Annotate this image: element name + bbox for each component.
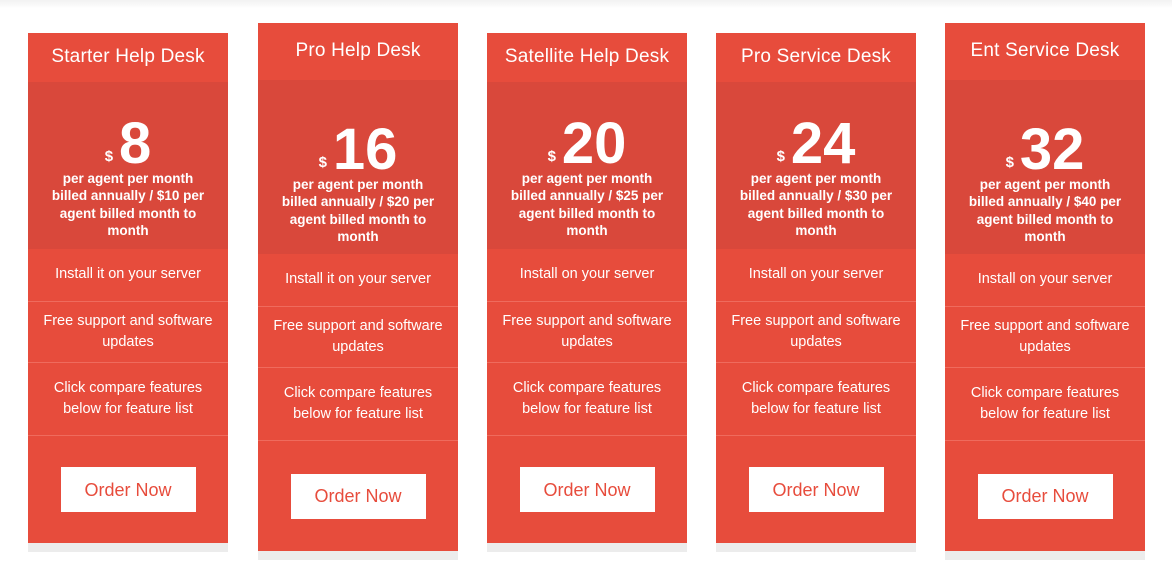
feature-text: Click compare features below for feature… [53, 379, 203, 417]
price-block: $ 24 per agent per month billed annually… [716, 82, 916, 249]
feature-text: Install it on your server [285, 271, 431, 288]
plan-title: Pro Help Desk [295, 40, 421, 62]
feature-row: Install on your server [945, 254, 1145, 306]
price-block: $ 8 per agent per month billed annually … [28, 82, 228, 249]
feature-text: Click compare features below for feature… [283, 384, 433, 422]
order-now-button[interactable]: Order Now [519, 467, 655, 512]
pricing-card-ent-service-desk[interactable]: Ent Service Desk $ 32 per agent per mont… [945, 23, 1145, 551]
feature-row: Install it on your server [258, 254, 458, 306]
feature-row: Click compare features below for feature… [487, 362, 687, 435]
price-amount: 8 [119, 110, 152, 176]
feature-list: Install on your server Free support and … [945, 254, 1145, 440]
pricing-card-header: Ent Service Desk [945, 23, 1145, 80]
price-amount: 24 [790, 110, 856, 176]
currency-symbol: $ [318, 154, 327, 171]
feature-text: Click compare features below for feature… [512, 379, 662, 417]
cta-row: Order Now [716, 435, 916, 543]
plan-title: Ent Service Desk [970, 40, 1120, 62]
currency-symbol: $ [1005, 154, 1014, 171]
pricing-card-header: Starter Help Desk [28, 33, 228, 82]
feature-text: Free support and software updates [731, 312, 901, 350]
order-now-button[interactable]: Order Now [60, 467, 196, 512]
pricing-card-starter-help-desk[interactable]: Starter Help Desk $ 8 per agent per mont… [28, 33, 228, 543]
price-block: $ 20 per agent per month billed annually… [487, 82, 687, 249]
currency-symbol: $ [547, 148, 556, 165]
price-row: $ 16 [318, 98, 398, 182]
feature-text: Click compare features below for feature… [741, 379, 891, 417]
feature-row: Free support and software updates [716, 301, 916, 362]
feature-text: Free support and software updates [43, 312, 213, 350]
feature-row: Free support and software updates [258, 306, 458, 367]
feature-list: Install it on your server Free support a… [258, 254, 458, 440]
order-now-button[interactable]: Order Now [290, 473, 426, 519]
price-note: per agent per month billed annually / $1… [51, 171, 205, 238]
feature-text: Free support and software updates [502, 312, 672, 350]
feature-row: Install on your server [716, 249, 916, 301]
feature-row: Click compare features below for feature… [28, 362, 228, 435]
price-block: $ 32 per agent per month billed annually… [945, 80, 1145, 254]
page-top-band [0, 0, 1172, 8]
feature-text: Install it on your server [55, 266, 201, 283]
price-note: per agent per month billed annually / $2… [510, 171, 664, 238]
pricing-card-pro-help-desk[interactable]: Pro Help Desk $ 16 per agent per month b… [258, 23, 458, 551]
price-amount: 16 [332, 116, 398, 182]
price-amount: 20 [561, 110, 627, 176]
pricing-card-satellite-help-desk[interactable]: Satellite Help Desk $ 20 per agent per m… [487, 33, 687, 543]
plan-title: Starter Help Desk [51, 46, 205, 68]
feature-text: Install on your server [977, 271, 1113, 288]
order-now-button[interactable]: Order Now [977, 473, 1113, 519]
price-note: per agent per month billed annually / $2… [281, 177, 435, 244]
price-row: $ 32 [1005, 98, 1085, 182]
feature-text: Click compare features below for feature… [970, 384, 1120, 422]
pricing-card-header: Satellite Help Desk [487, 33, 687, 82]
feature-row: Install it on your server [28, 249, 228, 301]
pricing-page: Starter Help Desk $ 8 per agent per mont… [0, 0, 1172, 564]
plan-title: Pro Service Desk [741, 46, 891, 68]
feature-list: Install on your server Free support and … [487, 249, 687, 435]
price-note: per agent per month billed annually / $4… [968, 177, 1122, 244]
cta-row: Order Now [945, 440, 1145, 551]
cta-row: Order Now [28, 435, 228, 543]
feature-text: Free support and software updates [273, 317, 443, 355]
feature-text: Install on your server [748, 266, 884, 283]
price-block: $ 16 per agent per month billed annually… [258, 80, 458, 254]
feature-row: Install on your server [487, 249, 687, 301]
cta-row: Order Now [487, 435, 687, 543]
feature-row: Click compare features below for feature… [716, 362, 916, 435]
feature-row: Free support and software updates [28, 301, 228, 362]
pricing-card-pro-service-desk[interactable]: Pro Service Desk $ 24 per agent per mont… [716, 33, 916, 543]
feature-row: Free support and software updates [487, 301, 687, 362]
feature-text: Install on your server [519, 266, 655, 283]
currency-symbol: $ [776, 148, 785, 165]
feature-list: Install on your server Free support and … [716, 249, 916, 435]
price-row: $ 24 [776, 98, 856, 176]
cta-row: Order Now [258, 440, 458, 551]
price-note: per agent per month billed annually / $3… [739, 171, 893, 238]
feature-row: Click compare features below for feature… [258, 367, 458, 440]
currency-symbol: $ [104, 148, 114, 165]
price-amount: 32 [1019, 116, 1085, 182]
price-row: $ 8 [104, 98, 152, 176]
pricing-card-header: Pro Help Desk [258, 23, 458, 80]
order-now-button[interactable]: Order Now [748, 467, 884, 512]
price-row: $ 20 [547, 98, 627, 176]
feature-text: Free support and software updates [960, 317, 1130, 355]
pricing-card-header: Pro Service Desk [716, 33, 916, 82]
feature-list: Install it on your server Free support a… [28, 249, 228, 435]
feature-row: Free support and software updates [945, 306, 1145, 367]
feature-row: Click compare features below for feature… [945, 367, 1145, 440]
plan-title: Satellite Help Desk [504, 46, 670, 68]
